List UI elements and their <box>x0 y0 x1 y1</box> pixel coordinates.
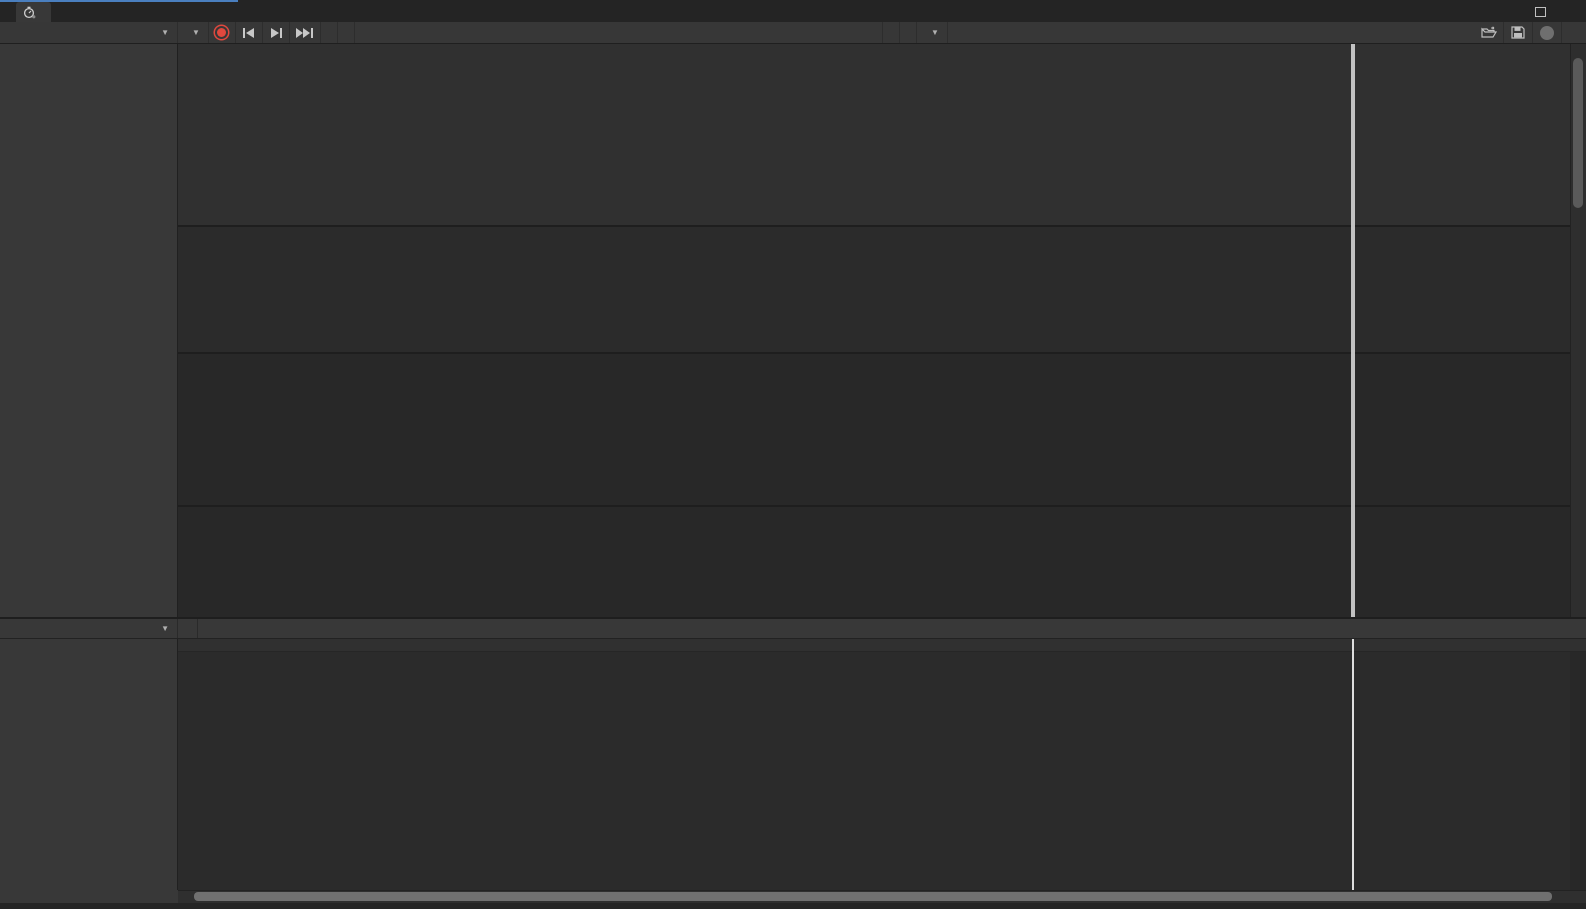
toolbar: ▼ ▼ ▼ <box>0 22 1586 44</box>
frame-counter <box>321 22 338 43</box>
frame-scrubber-line[interactable] <box>1351 44 1355 617</box>
record-button[interactable] <box>209 22 236 43</box>
call-stacks-dropdown[interactable]: ▼ <box>917 22 948 43</box>
timeline-scrubber-line[interactable] <box>1352 639 1354 890</box>
save-profile-button[interactable] <box>1504 22 1533 43</box>
save-floppy-icon <box>1511 26 1525 39</box>
ruler-left-spacer <box>0 639 178 652</box>
open-folder-icon <box>1481 26 1497 38</box>
frame-time-summary <box>806 621 813 635</box>
window-menu-icon[interactable] <box>1505 3 1525 20</box>
first-frame-button[interactable] <box>236 22 263 43</box>
charts-scrollbar-thumb[interactable] <box>1573 58 1583 208</box>
profiler-stopwatch-icon <box>23 6 36 18</box>
chevron-down-icon: ▼ <box>931 28 939 37</box>
playmode-dropdown[interactable]: ▼ <box>178 22 209 43</box>
chevron-down-icon: ▼ <box>192 28 200 37</box>
timeline-ruler[interactable] <box>178 639 1586 652</box>
module-sidebar <box>0 44 178 617</box>
profiler-window: ▼ ▼ ▼ ▼ <box>0 0 1586 909</box>
chart-canvas <box>178 44 1570 617</box>
help-icon <box>1540 25 1554 40</box>
timeline-scrollbar-thumb[interactable] <box>194 892 1552 901</box>
timeline-view-dropdown[interactable]: ▼ <box>0 619 178 638</box>
last-frame-button[interactable] <box>290 22 321 43</box>
chevron-down-icon: ▼ <box>161 28 169 37</box>
window-maximize-icon[interactable] <box>1530 3 1550 20</box>
profiler-modules-dropdown[interactable]: ▼ <box>0 22 178 43</box>
deep-profile-toggle[interactable] <box>900 22 917 43</box>
toolbar-menu-button[interactable] <box>1562 22 1586 43</box>
clear-on-play-toggle[interactable] <box>882 22 900 43</box>
skip-to-end-icon <box>296 27 314 38</box>
next-frame-button[interactable] <box>263 22 290 43</box>
record-icon <box>217 28 227 37</box>
help-button[interactable] <box>1533 22 1562 43</box>
skip-forward-icon <box>270 27 282 38</box>
clear-button[interactable] <box>338 22 355 43</box>
tab-profiler[interactable] <box>16 2 51 22</box>
chevron-down-icon: ▼ <box>161 624 169 633</box>
timeline-track-area[interactable] <box>178 652 1570 890</box>
skip-back-icon <box>242 27 254 38</box>
toolbar-spacer2 <box>948 22 1475 43</box>
timeline-header <box>0 617 1586 639</box>
tab-strip <box>0 0 1586 22</box>
load-profile-button[interactable] <box>1475 22 1504 43</box>
live-toggle[interactable] <box>179 619 198 638</box>
thread-label-column <box>0 652 178 890</box>
window-close-icon[interactable] <box>1557 3 1577 20</box>
bottom-strip <box>0 903 1586 909</box>
